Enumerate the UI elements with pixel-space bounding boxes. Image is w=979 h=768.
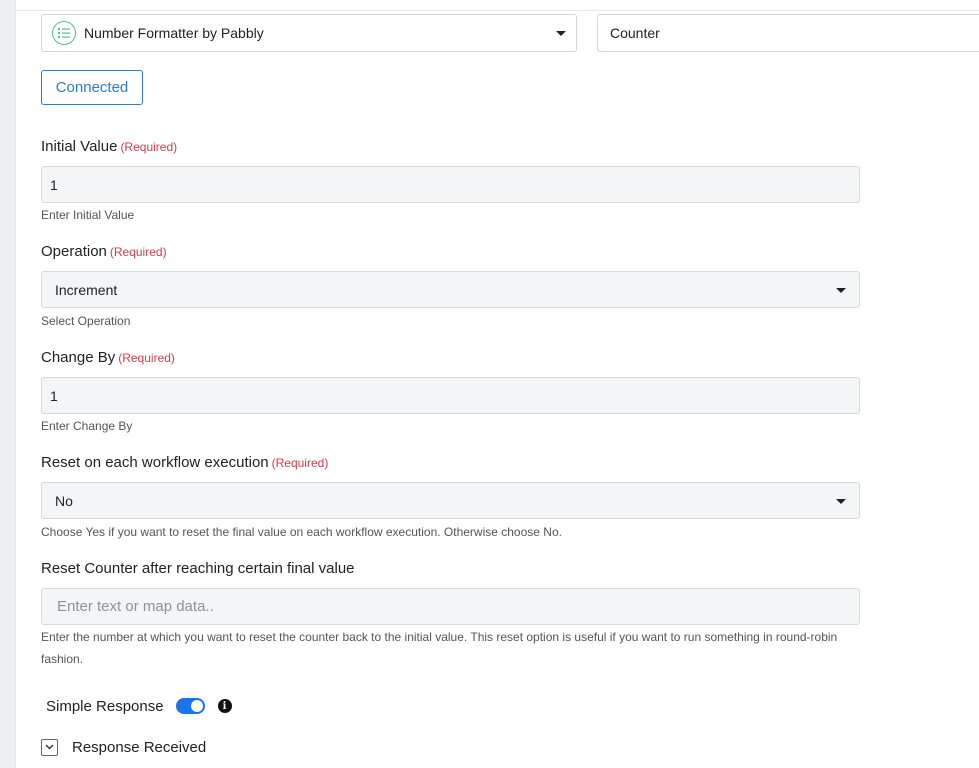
reset-each-label-text: Reset on each workflow execution	[41, 454, 269, 471]
operation-label: Operation (Required)	[41, 243, 167, 260]
required-marker: (Required)	[120, 140, 178, 154]
initial-value-label-text: Initial Value	[41, 138, 118, 155]
change-by-label-text: Change By	[41, 349, 116, 366]
change-by-input[interactable]: 1	[41, 377, 860, 414]
simple-response-row: Simple Response i	[46, 696, 232, 716]
app-select[interactable]: Number Formatter by Pabbly	[41, 14, 577, 52]
change-by-text: 1	[50, 387, 58, 404]
chevron-down-icon[interactable]	[41, 738, 58, 756]
operation-select[interactable]: Increment	[41, 271, 860, 308]
response-received-label: Response Received	[72, 738, 207, 756]
response-received-row[interactable]: Response Received	[41, 737, 206, 757]
operation-label-text: Operation	[41, 243, 107, 260]
reset-each-label: Reset on each workflow execution (Require…	[41, 454, 328, 471]
chevron-down-icon	[836, 288, 846, 293]
list-format-icon	[52, 21, 76, 45]
reset-after-hint: Enter the number at which you want to re…	[41, 630, 838, 666]
chevron-down-icon	[556, 31, 566, 36]
left-rail	[0, 0, 16, 768]
reset-after-placeholder: Enter text or map data..	[57, 598, 214, 615]
action-select[interactable]: Counter	[597, 14, 979, 52]
app-select-value: Number Formatter by Pabbly	[84, 25, 264, 41]
initial-value-input[interactable]: 1	[41, 166, 860, 203]
operation-hint: Select Operation	[41, 314, 131, 328]
info-icon[interactable]: i	[217, 699, 232, 713]
top-divider	[16, 10, 979, 11]
required-marker: (Required)	[271, 456, 329, 470]
initial-value-hint: Enter Initial Value	[41, 208, 135, 222]
chevron-down-icon	[836, 499, 846, 504]
change-by-hint: Enter Change By	[41, 419, 133, 433]
reset-after-input[interactable]: Enter text or map data..	[41, 588, 860, 625]
operation-value: Increment	[55, 281, 118, 298]
action-select-value: Counter	[610, 25, 660, 41]
simple-response-label: Simple Response	[46, 697, 164, 715]
simple-response-toggle[interactable]	[175, 698, 205, 714]
reset-after-label: Reset Counter after reaching certain fin…	[41, 560, 355, 577]
connected-button[interactable]: Connected	[41, 70, 143, 105]
initial-value-text: 1	[50, 176, 58, 193]
required-marker: (Required)	[118, 351, 175, 365]
reset-each-value: No	[55, 492, 73, 509]
reset-each-select[interactable]: No	[41, 482, 860, 519]
required-marker: (Required)	[109, 245, 167, 259]
initial-value-label: Initial Value (Required)	[41, 138, 177, 155]
change-by-label: Change By (Required)	[41, 349, 175, 366]
toggle-knob	[190, 700, 203, 712]
reset-each-hint: Choose Yes if you want to reset the fina…	[41, 525, 562, 539]
